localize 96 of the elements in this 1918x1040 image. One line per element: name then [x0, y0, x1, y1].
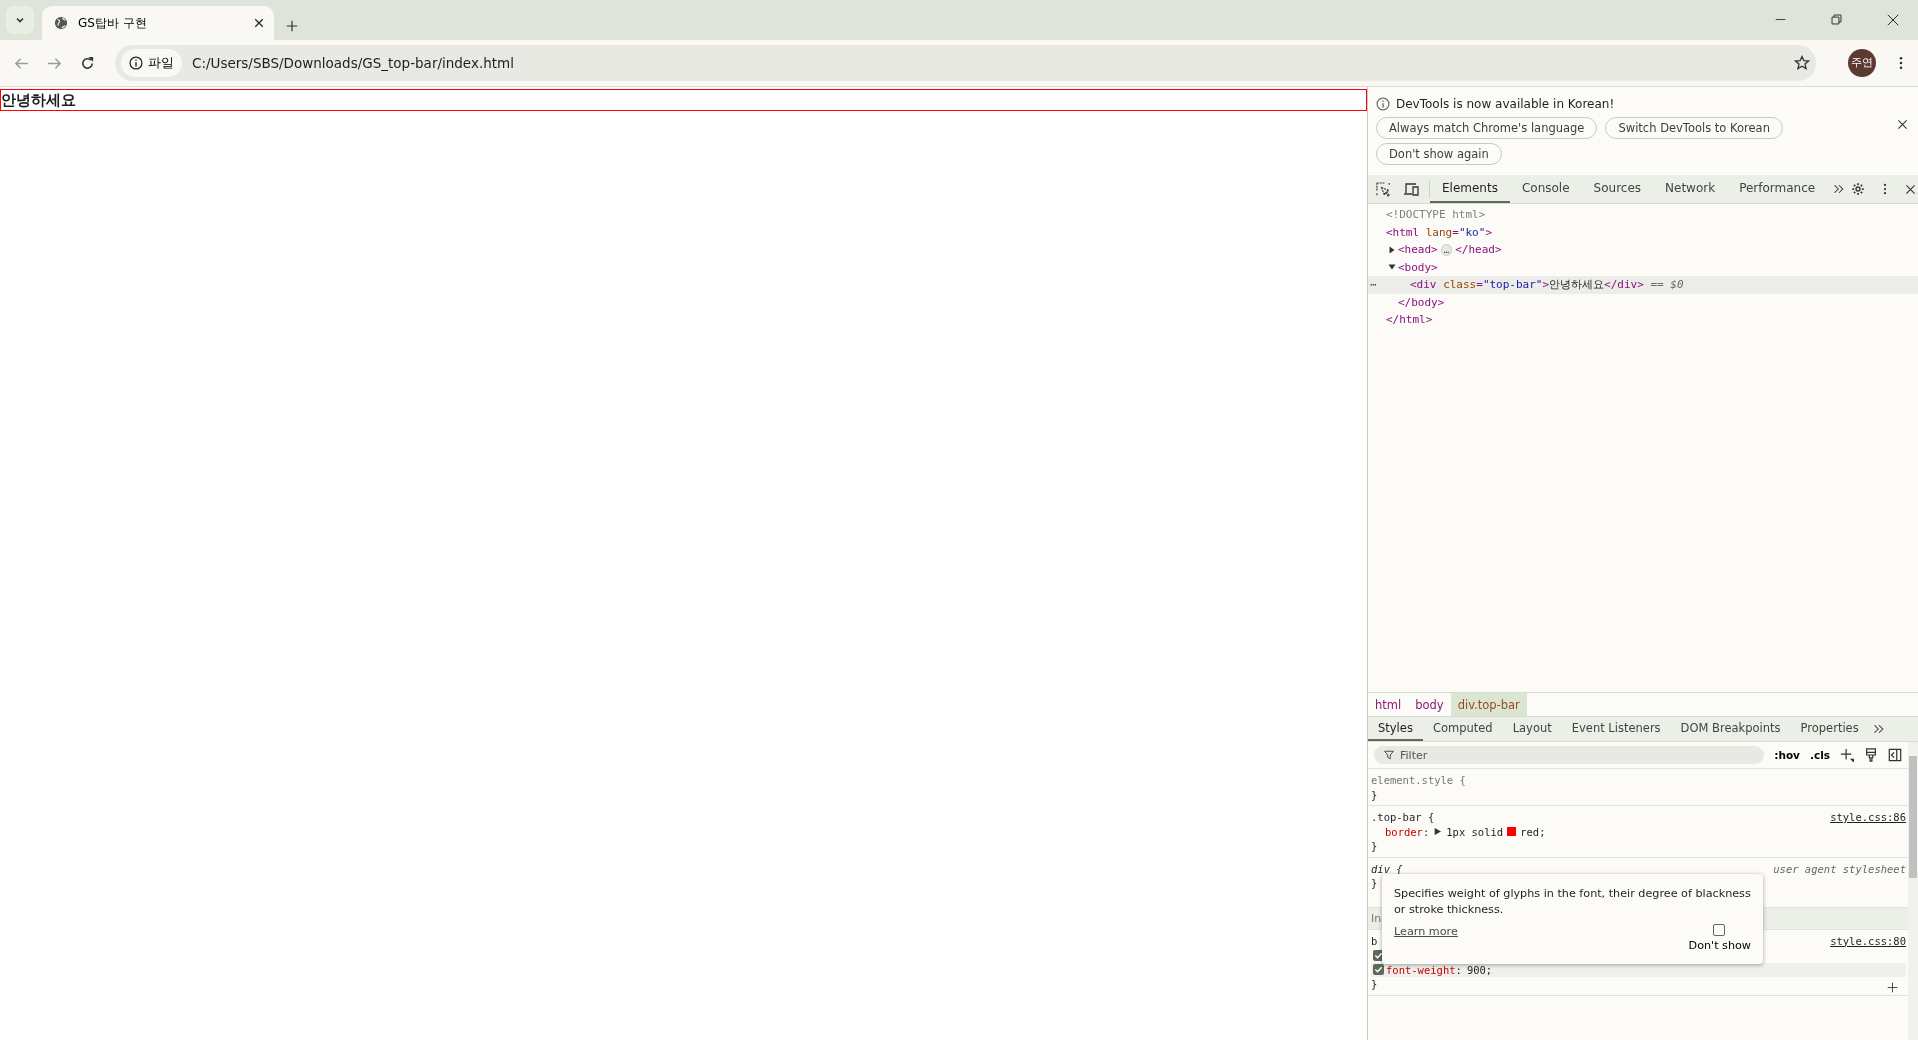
- breadcrumb[interactable]: html: [1368, 693, 1409, 716]
- code-token: </body>: [1398, 295, 1445, 309]
- class-toggle[interactable]: .cls: [1809, 749, 1830, 761]
- css-property[interactable]: border: [1385, 824, 1423, 839]
- caret-icon: [15, 15, 25, 25]
- code-token: <!DOCTYPE html>: [1386, 208, 1486, 222]
- devtools-tab[interactable]: Elements: [1430, 175, 1510, 203]
- url-text[interactable]: C:/Users/SBS/Downloads/GS_top-bar/index.html: [192, 55, 1784, 71]
- source-link[interactable]: style.css:86: [1830, 810, 1906, 825]
- code-token: >: [1485, 225, 1492, 239]
- css-selector: b: [1371, 933, 1378, 948]
- infobar-button[interactable]: Don't show again: [1376, 143, 1502, 165]
- breadcrumb[interactable]: div.top-bar: [1450, 693, 1527, 716]
- globe-icon: [54, 16, 68, 30]
- code-token: <head>: [1398, 243, 1438, 257]
- panel-tab[interactable]: Layout: [1502, 717, 1562, 741]
- colon: :: [1422, 824, 1430, 839]
- inspect-icon[interactable]: [1376, 181, 1391, 197]
- new-tab-icon[interactable]: [286, 20, 298, 32]
- expanded-triangle-icon[interactable]: [1388, 263, 1396, 272]
- closing-brace: }: [1371, 977, 1378, 992]
- node-reference: == $0: [1649, 278, 1684, 292]
- infobar-button[interactable]: Switch DevTools to Korean: [1605, 117, 1783, 139]
- css-value[interactable]: red;: [1520, 824, 1546, 839]
- code-token: <body>: [1398, 260, 1438, 274]
- collapsed-triangle-icon[interactable]: [1388, 245, 1396, 254]
- sidebar-toggle-icon[interactable]: [1888, 748, 1902, 762]
- more-tabs-icon[interactable]: [1833, 183, 1846, 195]
- profile-avatar[interactable]: 주연: [1848, 49, 1876, 77]
- code-token: <div: [1410, 278, 1438, 292]
- panel-tab[interactable]: DOM Breakpoints: [1670, 717, 1791, 741]
- close-icon[interactable]: [1897, 119, 1908, 130]
- more-tabs-icon[interactable]: [1872, 723, 1885, 735]
- star-icon[interactable]: [1794, 55, 1810, 71]
- hover-state-toggle[interactable]: :hov: [1774, 749, 1800, 761]
- infobar-message: DevTools is now available in Korean!: [1396, 97, 1615, 111]
- close-window-icon[interactable]: [1887, 14, 1899, 26]
- code-token: <html: [1386, 225, 1421, 239]
- settings-icon[interactable]: [1851, 182, 1866, 196]
- address-bar[interactable]: 파일 C:/Users/SBS/Downloads/GS_top-bar/index.html: [115, 45, 1816, 81]
- panel-tab[interactable]: Computed: [1422, 717, 1503, 741]
- more-actions-marker[interactable]: ⋯: [1370, 278, 1377, 292]
- collapsed-ellipsis[interactable]: …: [1440, 243, 1453, 256]
- panel-tab[interactable]: Properties: [1790, 717, 1869, 741]
- code-token: =: [1476, 278, 1483, 292]
- infobar-button[interactable]: Always match Chrome's language: [1376, 117, 1598, 139]
- code-token: "top-bar": [1482, 278, 1543, 292]
- expand-triangle-icon[interactable]: [1434, 828, 1442, 836]
- code-token: >: [1542, 278, 1550, 292]
- css-selector: .top-bar {: [1371, 810, 1435, 825]
- breadcrumb[interactable]: body: [1408, 693, 1451, 716]
- code-token: =: [1452, 225, 1459, 239]
- devtools-tab[interactable]: Performance: [1727, 175, 1828, 203]
- filter-field[interactable]: Filter: [1374, 746, 1765, 764]
- browser-tab[interactable]: GS탑바 구현: [42, 6, 274, 40]
- close-icon[interactable]: [254, 18, 264, 28]
- paint-brush-icon[interactable]: [1864, 748, 1878, 762]
- code-token: </html>: [1386, 313, 1433, 327]
- closing-brace: }: [1371, 839, 1378, 854]
- css-value[interactable]: 900;: [1466, 962, 1493, 977]
- code-token: </head>: [1455, 243, 1502, 257]
- devtools-tab[interactable]: Sources: [1581, 175, 1654, 203]
- declaration-checkbox[interactable]: [1373, 964, 1384, 976]
- closing-brace: }: [1371, 787, 1378, 802]
- panel-tab[interactable]: Styles: [1368, 717, 1423, 741]
- top-bar: 안녕하세요: [0, 89, 1367, 111]
- dom-node-line[interactable]: <head> … </head>: [1368, 241, 1918, 259]
- code-token: "ko": [1458, 225, 1486, 239]
- dom-node-line[interactable]: <body>: [1368, 258, 1918, 276]
- dom-node-line[interactable]: <html lang="ko">: [1368, 223, 1918, 241]
- code-token: lang: [1425, 225, 1453, 239]
- reload-icon[interactable]: [80, 55, 95, 71]
- panel-tab[interactable]: Event Listeners: [1561, 717, 1671, 741]
- add-icon[interactable]: [1887, 981, 1898, 993]
- source-link[interactable]: style.css:80: [1830, 933, 1906, 948]
- info-icon: [1376, 97, 1390, 111]
- devtools-tab[interactable]: Console: [1509, 175, 1582, 203]
- closing-brace: }: [1371, 876, 1378, 891]
- css-value[interactable]: 1px solid: [1446, 824, 1504, 839]
- code-token: 안녕하세요: [1549, 277, 1605, 293]
- device-toolbar-icon[interactable]: [1403, 181, 1419, 197]
- css-selector: element.style {: [1371, 773, 1466, 788]
- restore-icon[interactable]: [1831, 14, 1842, 25]
- colon: :: [1455, 962, 1462, 977]
- close-icon[interactable]: [1905, 183, 1917, 195]
- site-info-chip[interactable]: 파일: [121, 49, 182, 77]
- add-rule-icon[interactable]: [1840, 748, 1854, 762]
- info-icon: [129, 56, 143, 70]
- code-token: class: [1443, 278, 1477, 292]
- color-swatch[interactable]: [1507, 827, 1517, 837]
- devtools-tab[interactable]: Network: [1653, 175, 1728, 203]
- dom-node-line[interactable]: <!DOCTYPE html>: [1368, 206, 1918, 224]
- source-label: user agent stylesheet: [1773, 861, 1906, 876]
- scrollbar[interactable]: [1908, 742, 1918, 1040]
- css-property[interactable]: font-weight: [1386, 962, 1456, 977]
- code-token: </div>: [1604, 278, 1644, 292]
